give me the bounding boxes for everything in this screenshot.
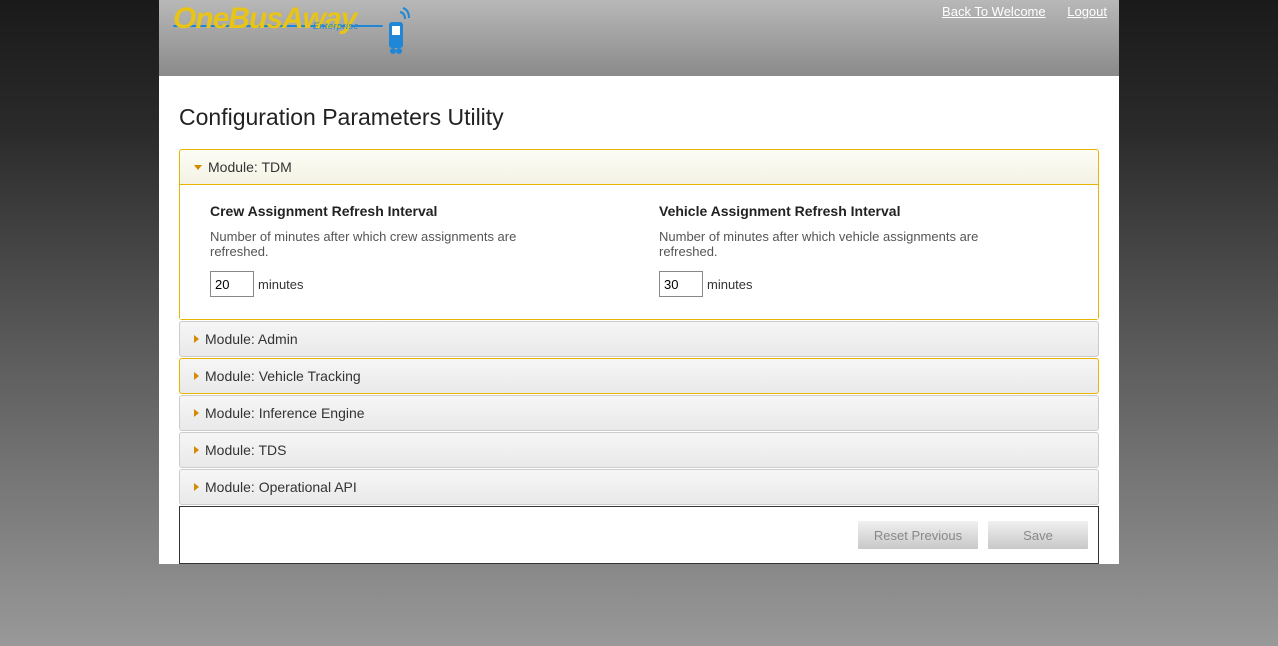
param-vehicle-input-row: minutes bbox=[659, 271, 1068, 297]
logo: OneBusAway Enterprise bbox=[173, 2, 383, 31]
param-crew-refresh: Crew Assignment Refresh Interval Number … bbox=[210, 203, 619, 297]
chevron-right-icon bbox=[194, 446, 199, 454]
header: OneBusAway Enterprise Back To Welcome Lo… bbox=[159, 0, 1119, 76]
reset-previous-button[interactable]: Reset Previous bbox=[858, 521, 978, 549]
module-operational-api-label: Module: Operational API bbox=[205, 479, 357, 495]
module-admin-header[interactable]: Module: Admin bbox=[180, 322, 1098, 356]
chevron-right-icon bbox=[194, 372, 199, 380]
save-button[interactable]: Save bbox=[988, 521, 1088, 549]
chevron-right-icon bbox=[194, 409, 199, 417]
module-operational-api: Module: Operational API bbox=[179, 469, 1099, 505]
actions-bar: Reset Previous Save bbox=[179, 506, 1099, 564]
module-tds: Module: TDS bbox=[179, 432, 1099, 468]
module-inference-engine-header[interactable]: Module: Inference Engine bbox=[180, 396, 1098, 430]
module-tdm-body: Crew Assignment Refresh Interval Number … bbox=[180, 185, 1098, 319]
chevron-right-icon bbox=[194, 335, 199, 343]
module-inference-engine: Module: Inference Engine bbox=[179, 395, 1099, 431]
module-tdm-label: Module: TDM bbox=[208, 159, 292, 175]
param-crew-title: Crew Assignment Refresh Interval bbox=[210, 203, 619, 219]
module-operational-api-header[interactable]: Module: Operational API bbox=[180, 470, 1098, 504]
back-to-welcome-link[interactable]: Back To Welcome bbox=[942, 4, 1046, 19]
module-tdm: Module: TDM Crew Assignment Refresh Inte… bbox=[179, 149, 1099, 320]
bus-icon bbox=[385, 6, 411, 61]
param-vehicle-unit: minutes bbox=[707, 277, 753, 292]
param-crew-input[interactable] bbox=[210, 271, 254, 297]
module-inference-engine-label: Module: Inference Engine bbox=[205, 405, 365, 421]
page-title: Configuration Parameters Utility bbox=[179, 104, 1099, 131]
header-links: Back To Welcome Logout bbox=[924, 4, 1107, 19]
module-tds-header[interactable]: Module: TDS bbox=[180, 433, 1098, 467]
chevron-down-icon bbox=[194, 165, 202, 170]
param-vehicle-desc: Number of minutes after which vehicle as… bbox=[659, 229, 1019, 259]
module-vehicle-tracking-label: Module: Vehicle Tracking bbox=[205, 368, 361, 384]
module-vehicle-tracking: Module: Vehicle Tracking bbox=[179, 358, 1099, 394]
logout-link[interactable]: Logout bbox=[1067, 4, 1107, 19]
param-vehicle-title: Vehicle Assignment Refresh Interval bbox=[659, 203, 1068, 219]
app-container: OneBusAway Enterprise Back To Welcome Lo… bbox=[159, 0, 1119, 564]
param-crew-unit: minutes bbox=[258, 277, 304, 292]
chevron-right-icon bbox=[194, 483, 199, 491]
param-vehicle-input[interactable] bbox=[659, 271, 703, 297]
module-tds-label: Module: TDS bbox=[205, 442, 286, 458]
module-admin-label: Module: Admin bbox=[205, 331, 298, 347]
content: Configuration Parameters Utility Module:… bbox=[159, 76, 1119, 564]
param-vehicle-refresh: Vehicle Assignment Refresh Interval Numb… bbox=[659, 203, 1068, 297]
module-tdm-header[interactable]: Module: TDM bbox=[180, 150, 1098, 185]
param-crew-input-row: minutes bbox=[210, 271, 619, 297]
param-crew-desc: Number of minutes after which crew assig… bbox=[210, 229, 570, 259]
module-admin: Module: Admin bbox=[179, 321, 1099, 357]
module-vehicle-tracking-header[interactable]: Module: Vehicle Tracking bbox=[180, 359, 1098, 393]
